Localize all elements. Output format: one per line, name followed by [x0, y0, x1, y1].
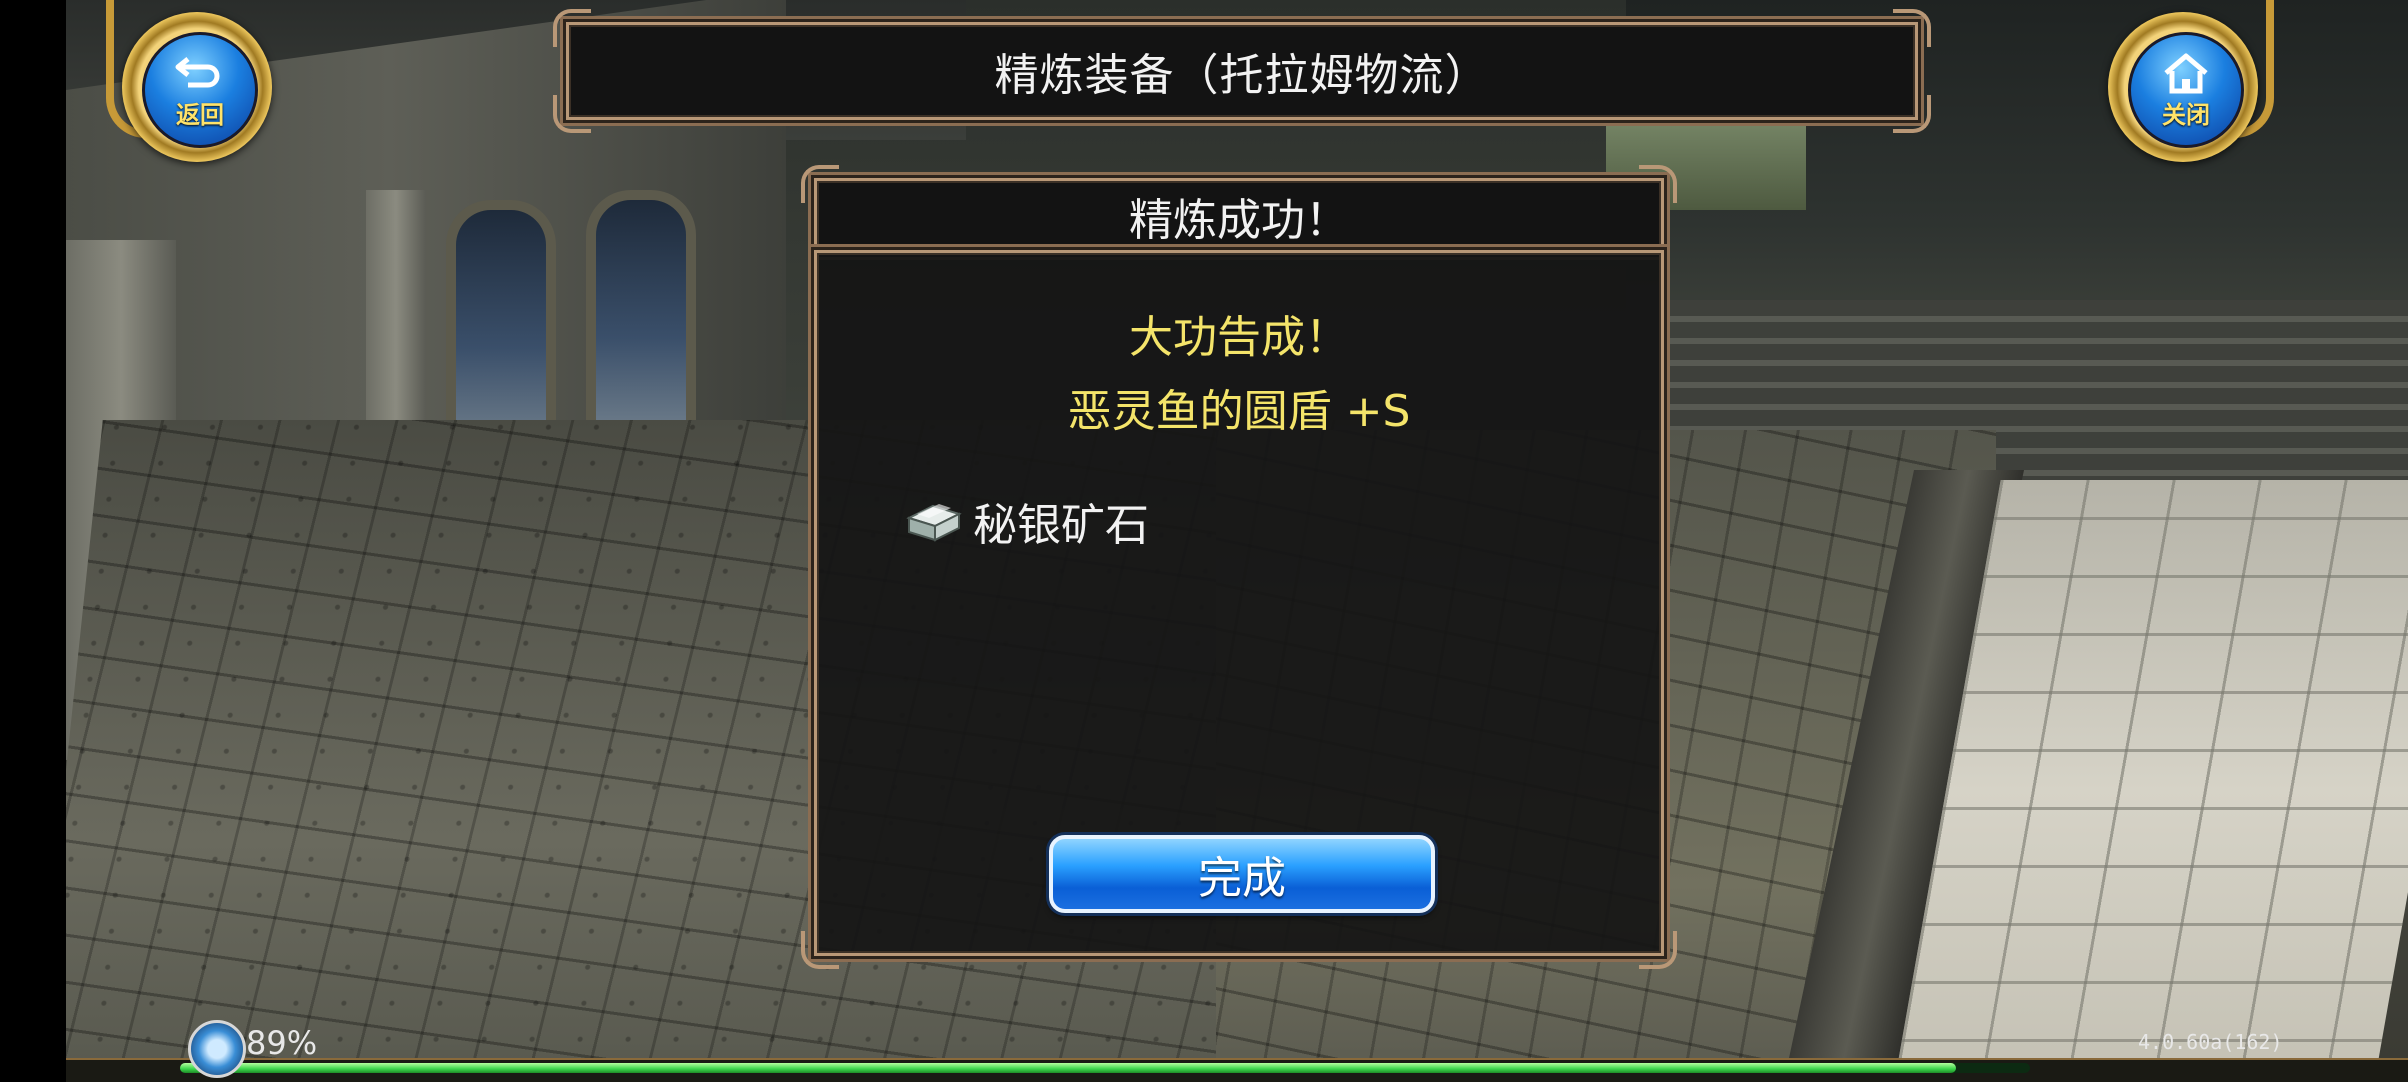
title-bar: 精炼装备（托拉姆物流） [553, 9, 1931, 133]
dialog-header: 精炼成功！ [801, 165, 1677, 254]
experience-bar-fill [180, 1063, 1956, 1073]
frame-corner [801, 931, 839, 969]
close-button-label: 关闭 [2162, 100, 2210, 129]
result-message: 大功告成！ [1129, 312, 1349, 363]
home-icon [2164, 53, 2208, 93]
connection-orb-icon [188, 1020, 246, 1078]
return-arrow-icon [175, 56, 220, 87]
version-label: 4.0.60a(162) [2138, 1030, 2283, 1054]
dialog-title: 精炼成功！ [1129, 195, 1349, 246]
background-arch-window [446, 200, 556, 450]
close-button-frame: 关闭 [2094, 0, 2274, 180]
back-button-frame: 返回 [106, 0, 273, 180]
back-button-label: 返回 [176, 100, 224, 129]
experience-bar [180, 1063, 2030, 1073]
material-item: 秘银矿石 [903, 489, 1149, 553]
done-button[interactable]: 完成 [1049, 835, 1435, 913]
battery-percent: 89% [246, 1024, 318, 1062]
page-title: 精炼装备（托拉姆物流） [994, 50, 1490, 101]
back-button[interactable]: 返回 [142, 32, 258, 148]
item-result: 恶灵鱼的圆盾 +S [1067, 386, 1411, 437]
frame-corner [1639, 931, 1677, 969]
material-name: 秘银矿石 [973, 500, 1149, 551]
background-arch-window [586, 190, 696, 440]
silver-ingot-icon [906, 504, 962, 542]
close-button[interactable]: 关闭 [2128, 32, 2244, 148]
dialog-body: 大功告成！ 恶灵鱼的圆盾 +S 秘银矿石 完成 [801, 250, 1677, 969]
